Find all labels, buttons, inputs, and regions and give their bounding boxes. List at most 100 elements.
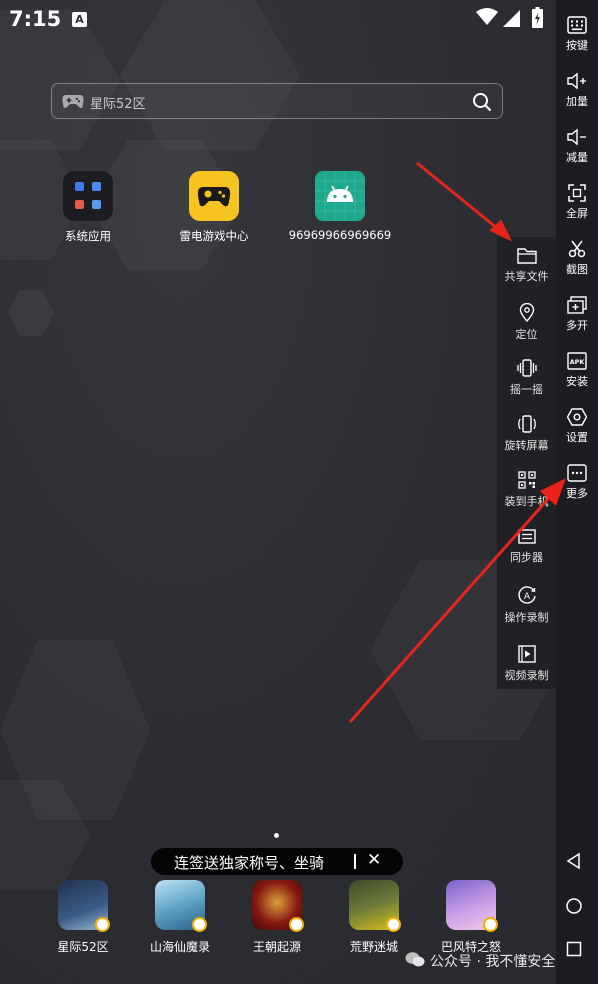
badge-icon [289, 917, 304, 932]
menu-video-record[interactable]: 视频录制 [497, 645, 556, 683]
app-label: 山海仙魔录 [149, 940, 210, 954]
app-label: 王朝起源 [252, 940, 301, 954]
toolbar-install-apk-button[interactable]: APK 安装 [556, 352, 598, 389]
android-icon [315, 171, 365, 221]
promo-banner[interactable]: 连签送独家称号、坐骑 ✕ [151, 848, 403, 875]
folder-icon [63, 171, 113, 221]
close-icon[interactable]: ✕ [367, 850, 381, 870]
gamepad-icon [189, 171, 239, 221]
game-star52-icon [58, 880, 110, 932]
location-icon [519, 303, 534, 322]
emulator-screen: 7:15 A 星际52区 系统应用 雷电游戏中心 96969966969669 … [0, 0, 598, 984]
menu-rotate-screen[interactable]: 旋转屏幕 [497, 415, 556, 453]
app-system-apps[interactable]: 系统应用 [33, 171, 143, 244]
toolbar-label: 多开 [566, 319, 588, 332]
app-label: 系统应用 [65, 229, 111, 243]
promo-text: 连签送独家称号、坐骑 [174, 854, 325, 872]
multi-instance-icon [567, 296, 587, 314]
status-time: 7:15 [9, 7, 62, 31]
record-icon: A [517, 586, 536, 604]
recents-icon[interactable] [566, 941, 582, 957]
toolbar-fullscreen-button[interactable]: 全屏 [556, 184, 598, 221]
watermark-text: 公众号 · 我不懂安全 [430, 954, 556, 970]
menu-label: 装到手机 [504, 495, 549, 508]
menu-label: 同步器 [510, 551, 543, 564]
more-menu-panel: 共享文件 定位 摇一摇 旋转屏幕 装到手机 同步器 A 操作录制 视频录制 [497, 237, 556, 689]
folder-icon [516, 248, 537, 264]
toolbar-label: 设置 [566, 431, 588, 444]
toolbar-multi-instance-button[interactable]: 多开 [556, 296, 598, 333]
search-icon[interactable] [472, 92, 492, 112]
toolbar-settings-button[interactable]: 设置 [556, 408, 598, 445]
toolbar-label: 更多 [566, 487, 588, 500]
toolbar-label: 加量 [566, 95, 588, 108]
menu-install-to-phone[interactable]: 装到手机 [497, 471, 556, 509]
dock-app-star-52[interactable]: 星际52区 [35, 880, 131, 955]
game-shanhai-icon [155, 880, 207, 932]
menu-label: 操作录制 [504, 611, 549, 624]
toolbar-keymapping-button[interactable]: 按键 [556, 16, 598, 53]
search-input[interactable]: 星际52区 [90, 93, 146, 112]
menu-label: 定位 [515, 328, 538, 341]
dock-app-huangye[interactable]: 荒野迷城 [326, 880, 422, 955]
menu-shake[interactable]: 摇一摇 [497, 359, 556, 397]
bg-hexagon [8, 290, 54, 336]
svg-text:APK: APK [570, 358, 586, 366]
toolbar-more-button[interactable]: 更多 [556, 464, 598, 501]
badge-icon [386, 917, 401, 932]
search-bar[interactable]: 星际52区 [51, 83, 503, 119]
sync-icon [517, 529, 536, 544]
dock-app-shanhai[interactable]: 山海仙魔录 [132, 880, 228, 955]
settings-icon [567, 408, 587, 426]
toolbar-label: 减量 [566, 151, 588, 164]
badge-icon [192, 917, 207, 932]
svg-text:A: A [523, 592, 530, 602]
qrcode-icon [517, 471, 536, 489]
toolbar-label: 按键 [566, 39, 588, 52]
menu-label: 摇一摇 [510, 383, 543, 396]
gamepad-icon [62, 95, 84, 108]
keyboard-icon [567, 16, 587, 34]
app-label: 星际52区 [57, 940, 109, 954]
wifi-icon [476, 8, 498, 25]
menu-label: 旋转屏幕 [504, 439, 549, 452]
back-icon[interactable] [565, 852, 583, 870]
emulator-toolbar: 按键 加量 减量 全屏 截图 多开 APK 安装 设置 更多 [556, 0, 598, 984]
dock-app-wangchao[interactable]: 王朝起源 [229, 880, 325, 955]
app-ldplayer-game-center[interactable]: 雷电游戏中心 [159, 171, 269, 244]
toolbar-screenshot-button[interactable]: 截图 [556, 240, 598, 277]
game-huangye-icon [349, 880, 401, 932]
rotate-icon [517, 415, 536, 433]
divider [354, 854, 356, 869]
menu-shared-folder[interactable]: 共享文件 [497, 247, 556, 284]
volume-down-icon [567, 128, 586, 146]
home-icon[interactable] [565, 897, 583, 915]
menu-label: 共享文件 [504, 270, 549, 283]
battery-charging-icon [532, 7, 543, 28]
scissors-icon [568, 240, 586, 258]
toolbar-volume-down-button[interactable]: 减量 [556, 128, 598, 165]
notification-a-icon: A [72, 12, 87, 27]
menu-location[interactable]: 定位 [497, 303, 556, 342]
game-wangchao-icon [252, 880, 304, 932]
app-label: 雷电游戏中心 [179, 229, 249, 243]
toolbar-label: 全屏 [566, 207, 588, 220]
menu-operation-record[interactable]: A 操作录制 [497, 585, 556, 625]
wechat-icon [405, 952, 425, 967]
badge-icon [483, 917, 498, 932]
volume-up-icon [567, 72, 586, 90]
toolbar-label: 安装 [566, 375, 588, 388]
menu-label: 视频录制 [504, 669, 549, 682]
shake-icon [516, 359, 537, 377]
app-android[interactable]: 96969966969669 [285, 171, 395, 242]
dock-app-bafengte[interactable]: 巴风特之怒 [423, 880, 519, 955]
arrow-to-shared-folder [416, 161, 513, 242]
cellular-signal-icon [503, 10, 520, 27]
page-indicator-dot [274, 833, 279, 838]
apk-icon: APK [567, 352, 587, 370]
menu-synchronizer[interactable]: 同步器 [497, 527, 556, 565]
video-icon [517, 645, 536, 663]
fullscreen-icon [568, 184, 586, 202]
toolbar-volume-up-button[interactable]: 加量 [556, 72, 598, 109]
more-icon [567, 464, 587, 482]
